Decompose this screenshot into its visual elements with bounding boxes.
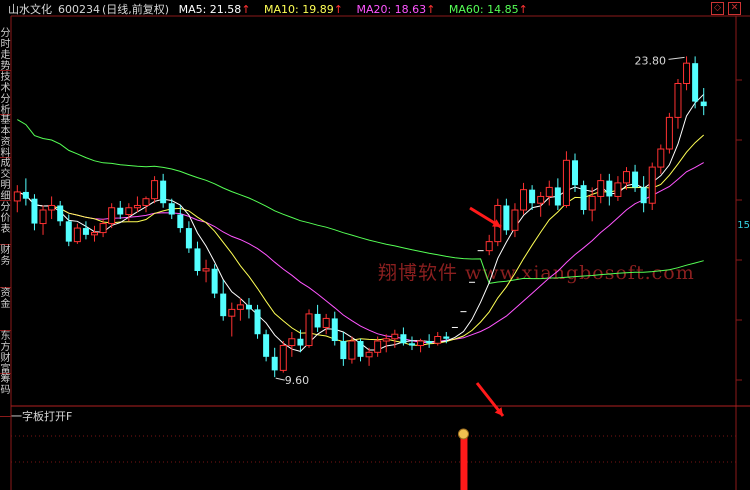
candle-body-14 xyxy=(133,204,141,209)
candle-body-33 xyxy=(297,338,304,346)
candle-body-68 xyxy=(597,180,605,197)
candle-body-58 xyxy=(511,209,519,231)
candle-body-26 xyxy=(236,304,244,310)
candle-body-10 xyxy=(99,223,107,234)
candle-body-47 xyxy=(417,340,425,347)
candle-body-64 xyxy=(562,159,570,206)
candle-body-12 xyxy=(117,207,124,215)
candle-body-48 xyxy=(426,341,433,344)
candle-body-7 xyxy=(73,227,81,243)
candle-body-57 xyxy=(503,205,510,231)
candle-body-73 xyxy=(640,187,647,204)
low-pointer-line xyxy=(275,377,285,381)
candle-body-38 xyxy=(340,341,347,360)
candle-body-75 xyxy=(657,148,665,168)
kline-chart[interactable]: 23.80 9.60 xyxy=(0,0,750,490)
candle-body-66 xyxy=(580,185,587,210)
ma10-line xyxy=(17,134,705,346)
low-price-label: 9.60 xyxy=(285,374,310,387)
candle-body-29 xyxy=(263,334,270,357)
candle-body-36 xyxy=(322,317,330,328)
candle-body-46 xyxy=(408,343,415,346)
candle-body-62 xyxy=(545,186,553,197)
candle-body-37 xyxy=(331,318,338,342)
candle-body-45 xyxy=(400,334,407,344)
candle-body-61 xyxy=(537,195,545,204)
candle-body-41 xyxy=(365,351,373,358)
candle-body-18 xyxy=(168,203,175,215)
candle-body-69 xyxy=(606,180,613,197)
candle-body-43 xyxy=(382,338,390,342)
candle-body-70 xyxy=(614,182,622,197)
candle-body-0 xyxy=(13,191,21,202)
candle-body-71 xyxy=(622,171,630,184)
candle-body-17 xyxy=(160,180,167,204)
candle-body-27 xyxy=(245,304,252,310)
candle-body-19 xyxy=(177,214,184,229)
candle-body-63 xyxy=(554,187,561,206)
candle-body-16 xyxy=(151,180,159,200)
candle-body-34 xyxy=(305,313,313,347)
candle-body-49 xyxy=(434,335,442,344)
candle-body-55 xyxy=(485,241,493,252)
candle-body-44 xyxy=(391,333,399,340)
candle-body-11 xyxy=(108,207,116,225)
candle-body-65 xyxy=(572,160,579,186)
signal-bar xyxy=(460,438,468,490)
candle-body-42 xyxy=(374,340,382,353)
ma5-line xyxy=(17,93,705,352)
candle-body-31 xyxy=(279,345,287,371)
candle-body-13 xyxy=(125,207,133,216)
candle-body-20 xyxy=(185,228,192,249)
candle-body-32 xyxy=(288,338,296,347)
candle-body-23 xyxy=(211,268,218,294)
kline-app-window: 山水文化 600234 (日线,前复权) MA5: 21.58↑ MA10: 19.… xyxy=(0,0,750,490)
candle-body-80 xyxy=(700,101,707,107)
candle-body-28 xyxy=(254,309,261,335)
candle-body-67 xyxy=(588,195,596,211)
candle-body-79 xyxy=(692,63,699,102)
candle-body-72 xyxy=(632,171,639,188)
candle-body-77 xyxy=(674,83,682,118)
candle-body-22 xyxy=(202,268,210,272)
candle-body-35 xyxy=(314,313,321,328)
candle-body-2 xyxy=(31,198,38,224)
candle-body-40 xyxy=(357,341,364,357)
candle-body-8 xyxy=(82,228,89,235)
candle-body-39 xyxy=(348,340,356,360)
candle-body-5 xyxy=(57,205,64,222)
candle-body-21 xyxy=(194,248,201,271)
candle-body-4 xyxy=(48,204,56,211)
candle-body-74 xyxy=(648,166,656,204)
candle-body-3 xyxy=(39,209,47,225)
candle-body-9 xyxy=(91,232,99,236)
candle-body-30 xyxy=(271,356,278,371)
candle-body-1 xyxy=(22,191,29,199)
high-pointer-line xyxy=(668,56,685,60)
candle-body-60 xyxy=(529,189,536,204)
candle-body-6 xyxy=(65,221,72,242)
signal-coin-icon xyxy=(457,428,469,440)
candle-body-24 xyxy=(220,293,227,317)
candle-body-25 xyxy=(228,308,236,317)
candle-body-15 xyxy=(142,198,150,206)
candle-body-59 xyxy=(520,189,528,211)
candle-body-76 xyxy=(665,116,673,150)
candle-body-50 xyxy=(443,336,450,339)
candle-body-78 xyxy=(683,62,691,85)
high-price-label: 23.80 xyxy=(635,54,667,67)
